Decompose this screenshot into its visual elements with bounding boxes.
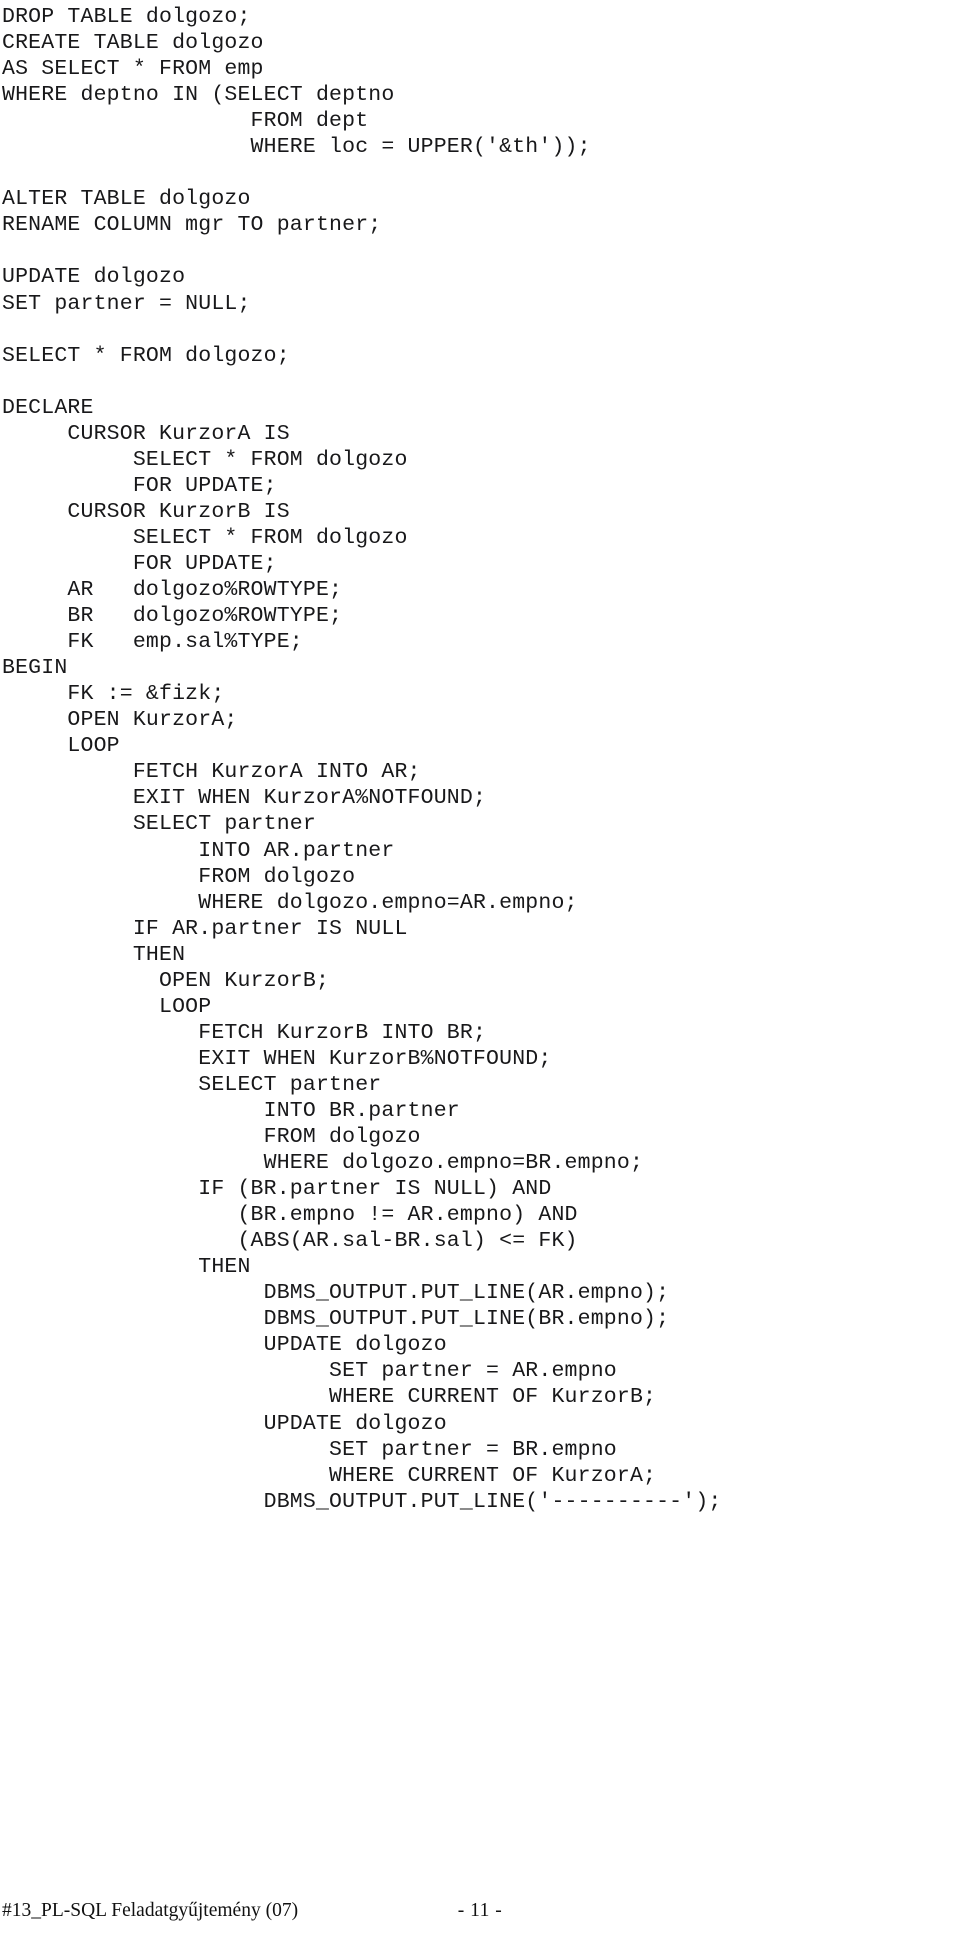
code-line: CURSOR KurzorB IS [2,499,290,524]
code-line: THEN [2,942,186,967]
code-line: SELECT partner [2,812,316,837]
code-line: SET partner = NULL; [2,291,251,316]
code-line: FROM dept [2,109,369,134]
plsql-code-listing: DROP TABLE dolgozo; CREATE TABLE dolgozo A… [0,4,960,1515]
code-line: UPDATE dolgozo [2,265,186,290]
code-line: SET partner = BR.empno [2,1437,617,1462]
code-line: INTO AR.partner [2,838,395,863]
code-line: SELECT * FROM dolgozo [2,525,408,550]
footer-page-number: - 11 - [457,1900,503,1921]
code-line: FETCH KurzorA INTO AR; [2,760,421,785]
page-footer: #13_PL-SQL Feladatgyűjtemény (07) - 11 - [0,1893,960,1933]
code-line: RENAME COLUMN mgr TO partner; [2,213,382,238]
code-line: FK := &fizk; [2,682,225,707]
code-line: WHERE dolgozo.empno=BR.empno; [2,1151,644,1176]
code-line: BR dolgozo%ROWTYPE; [2,604,343,629]
code-line: WHERE loc = UPPER('&th')); [2,135,591,160]
code-line: FROM dolgozo [2,1125,421,1150]
code-line: WHERE CURRENT OF KurzorA; [2,1463,657,1488]
code-line: FK emp.sal%TYPE; [2,630,303,655]
code-line: SELECT * FROM dolgozo; [2,343,290,368]
code-line: AR dolgozo%ROWTYPE; [2,578,343,603]
code-line: AS SELECT * FROM emp [2,57,264,82]
code-line: SET partner = AR.empno [2,1359,617,1384]
code-line: ALTER TABLE dolgozo [2,187,251,212]
code-line: OPEN KurzorB; [2,968,330,993]
document-page: DROP TABLE dolgozo; CREATE TABLE dolgozo A… [0,0,960,1940]
code-line: IF (BR.partner IS NULL) AND [2,1177,552,1202]
code-line: EXIT WHEN KurzorA%NOTFOUND; [2,786,487,811]
code-line: INTO BR.partner [2,1098,460,1123]
code-line: OPEN KurzorA; [2,708,238,733]
code-line: DROP TABLE dolgozo; [2,5,251,29]
code-line: WHERE deptno IN (SELECT deptno [2,83,395,108]
code-line: BEGIN [2,656,68,681]
code-line: FOR UPDATE; [2,473,277,498]
code-line: DBMS_OUTPUT.PUT_LINE(BR.empno); [2,1307,670,1332]
code-line: CREATE TABLE dolgozo [2,31,264,56]
code-line: FOR UPDATE; [2,551,277,576]
code-line: (BR.empno != AR.empno) AND [2,1203,578,1228]
code-line: EXIT WHEN KurzorB%NOTFOUND; [2,1046,552,1071]
code-line: LOOP [2,994,212,1019]
code-line: (ABS(AR.sal-BR.sal) <= FK) [2,1229,578,1254]
code-line: IF AR.partner IS NULL [2,916,408,941]
code-line: UPDATE dolgozo [2,1333,447,1358]
code-line: UPDATE dolgozo [2,1411,447,1436]
code-line: SELECT partner [2,1072,382,1097]
code-line: FROM dolgozo [2,864,356,889]
code-line: LOOP [2,734,120,759]
code-line: DBMS_OUTPUT.PUT_LINE(AR.empno); [2,1281,670,1306]
code-line: CURSOR KurzorA IS [2,421,290,446]
code-line: THEN [2,1255,251,1280]
code-line: DBMS_OUTPUT.PUT_LINE('----------'); [2,1489,722,1514]
code-line: SELECT * FROM dolgozo [2,447,408,472]
code-line: DECLARE [2,395,94,420]
code-line: FETCH KurzorB INTO BR; [2,1020,487,1045]
code-line: WHERE dolgozo.empno=AR.empno; [2,890,578,915]
code-line: WHERE CURRENT OF KurzorB; [2,1385,657,1410]
